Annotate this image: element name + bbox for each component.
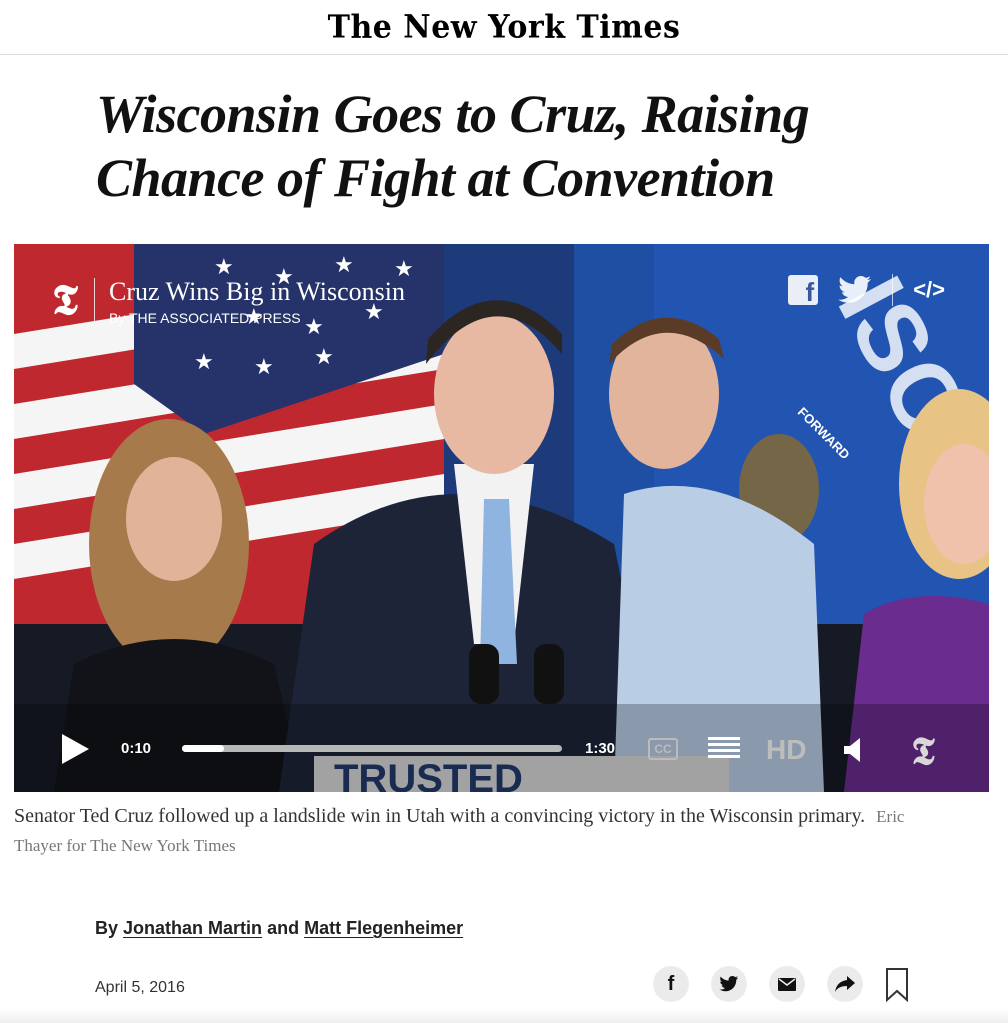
video-share-bar: f </> — [788, 274, 945, 307]
hd-icon[interactable]: HD — [766, 734, 806, 766]
volume-icon[interactable] — [844, 738, 864, 762]
page-fade — [0, 1008, 1008, 1023]
byline: By Jonathan Martin and Matt Flegenheimer — [95, 918, 463, 939]
svg-text:★: ★ — [314, 345, 334, 370]
facebook-icon[interactable]: f — [788, 275, 819, 307]
svg-text:★: ★ — [194, 350, 214, 375]
video-branding: 𝕿 Cruz Wins Big in Wisconsin By THE ASSO… — [46, 275, 405, 327]
twitter-icon[interactable] — [711, 966, 747, 1002]
caption-text: Senator Ted Cruz followed up a landslide… — [14, 805, 866, 827]
share-tools: f — [653, 966, 863, 1002]
nyt-t-icon: 𝕿 — [52, 275, 78, 324]
nyt-logo[interactable]: The New York Times — [328, 9, 681, 46]
facebook-icon[interactable]: f — [653, 966, 689, 1002]
photo-caption: Senator Ted Cruz followed up a landslide… — [14, 802, 914, 860]
video-frame: ISCO FORWARD ★ ★ ★ ★ ★ ★★ ★ ★ ★ TRUSTED — [14, 244, 989, 792]
svg-text:★: ★ — [334, 253, 354, 278]
brand-divider — [94, 278, 95, 324]
share-arrow-icon[interactable] — [827, 966, 863, 1002]
bookmark-icon[interactable] — [885, 968, 909, 1002]
progress-bar[interactable] — [182, 745, 562, 752]
byline-and: and — [267, 918, 300, 938]
cc-icon[interactable]: CC — [648, 738, 678, 760]
play-icon[interactable] — [62, 734, 89, 764]
publish-date: April 5, 2016 — [95, 979, 185, 996]
author-link-1[interactable]: Jonathan Martin — [123, 918, 262, 938]
current-time: 0:10 — [121, 740, 152, 757]
twitter-icon[interactable] — [838, 276, 872, 304]
buffer-bar — [182, 745, 562, 752]
svg-text:★: ★ — [254, 355, 274, 380]
embed-icon[interactable]: </> — [913, 277, 945, 303]
masthead: The New York Times — [0, 0, 1008, 55]
progress-fill — [182, 745, 225, 752]
share-divider — [892, 274, 894, 306]
video-player[interactable]: ISCO FORWARD ★ ★ ★ ★ ★ ★ ★ ★ ★ ★ TRUSTED… — [14, 244, 989, 792]
video-credit: By THE ASSOCIATED PRESS — [109, 310, 301, 326]
video-title[interactable]: Cruz Wins Big in Wisconsin — [109, 278, 405, 306]
video-controls: 0:10 1:30 CC HD 𝕿 — [14, 724, 989, 772]
total-time: 1:30 — [585, 740, 616, 757]
email-icon[interactable] — [769, 966, 805, 1002]
byline-prefix: By — [95, 918, 119, 938]
fullscreen-icon[interactable]: 𝕿 — [902, 730, 944, 772]
author-link-2[interactable]: Matt Flegenheimer — [304, 918, 463, 938]
transcript-icon[interactable] — [708, 737, 740, 761]
article-headline: Wisconsin Goes to Cruz, Raising Chance o… — [96, 84, 810, 208]
